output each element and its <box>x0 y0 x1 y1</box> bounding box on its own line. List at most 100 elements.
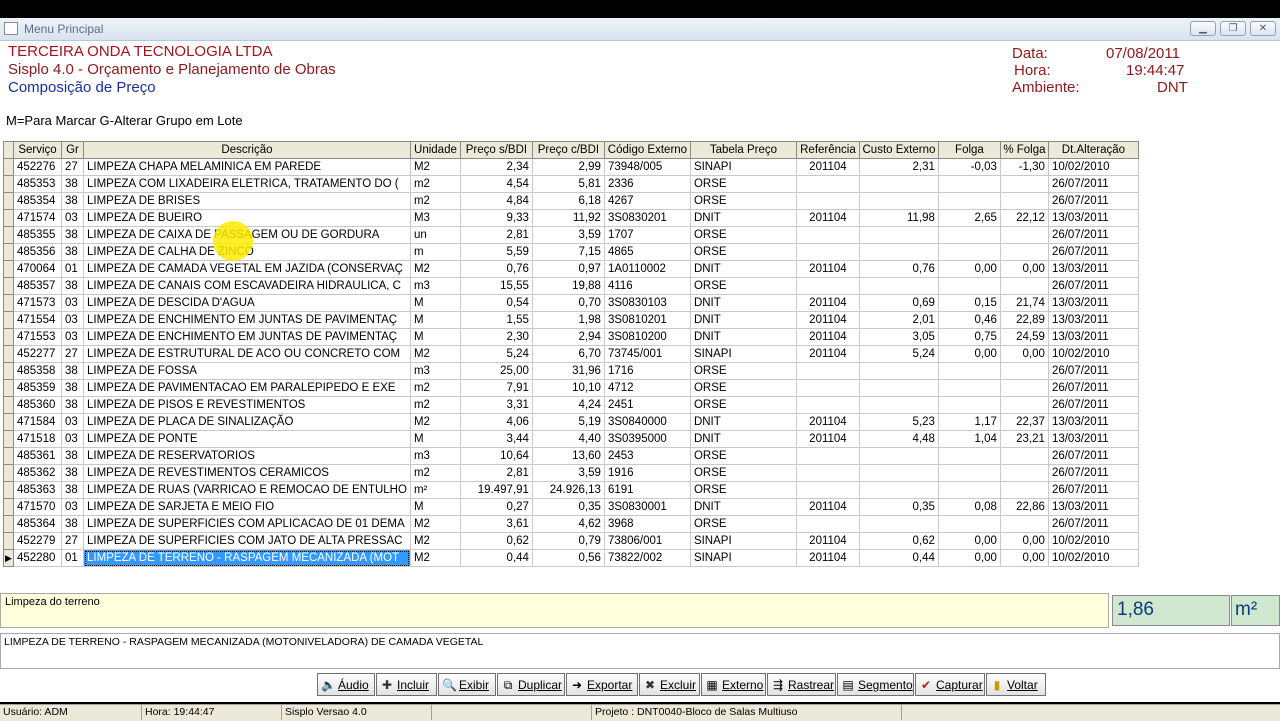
table-cell[interactable]: 13,60 <box>531 447 605 465</box>
table-cell[interactable]: m3 <box>409 277 461 295</box>
table-cell[interactable] <box>795 464 860 482</box>
table-row[interactable]: 485363 38 LIMPEZA DE RUAS (VARRICAO E REMO… <box>3 481 1139 499</box>
table-cell[interactable] <box>937 379 1001 397</box>
table-cell[interactable] <box>937 447 1001 465</box>
table-row[interactable]: 485356 38 LIMPEZA DE CALHA DE ZINCO m 5,59 7,… <box>3 243 1139 261</box>
row-indicator[interactable] <box>3 498 14 516</box>
table-cell[interactable]: 2,30 <box>459 328 533 346</box>
table-cell[interactable]: 01 <box>61 260 84 278</box>
table-cell[interactable]: 6,70 <box>531 345 605 363</box>
table-cell[interactable]: 1,55 <box>459 311 533 329</box>
column-header[interactable]: Preço s/BDI <box>459 141 533 159</box>
table-cell[interactable]: M <box>409 498 461 516</box>
table-cell[interactable] <box>858 226 939 244</box>
table-cell[interactable]: 485364 <box>13 515 62 533</box>
table-cell[interactable]: 13/03/2011 <box>1047 260 1139 278</box>
table-cell[interactable] <box>858 192 939 210</box>
table-cell[interactable]: 22,12 <box>999 209 1049 227</box>
table-cell[interactable]: 27 <box>61 532 84 550</box>
table-cell[interactable]: 485363 <box>13 481 62 499</box>
table-cell[interactable]: 38 <box>61 192 84 210</box>
table-cell[interactable]: 2451 <box>603 396 691 414</box>
table-cell[interactable]: 3,61 <box>459 515 533 533</box>
table-cell[interactable] <box>858 175 939 193</box>
table-cell[interactable]: 38 <box>61 226 84 244</box>
table-row[interactable]: 485354 38 LIMPEZA DE BRISES m2 4,84 6,18 4267 O… <box>3 192 1139 210</box>
table-row[interactable]: 485364 38 LIMPEZA DE SUPERFICIES COM APLIC… <box>3 515 1139 533</box>
table-cell[interactable] <box>858 362 939 380</box>
table-cell[interactable]: SINAPI <box>689 549 797 567</box>
table-cell[interactable]: 3,05 <box>858 328 939 346</box>
table-cell[interactable]: 0,00 <box>937 549 1001 567</box>
table-cell[interactable]: 22,37 <box>999 413 1049 431</box>
table-cell[interactable]: 1916 <box>603 464 691 482</box>
table-cell[interactable]: 11,98 <box>858 209 939 227</box>
table-cell[interactable]: 15,55 <box>459 277 533 295</box>
table-cell[interactable]: 471573 <box>13 294 62 312</box>
table-cell[interactable]: -1,30 <box>999 158 1049 176</box>
table-cell[interactable]: M2 <box>409 345 461 363</box>
table-cell[interactable]: 471584 <box>13 413 62 431</box>
exportar-button[interactable]: ➜ Exportar <box>566 673 638 696</box>
row-indicator[interactable] <box>3 209 14 227</box>
table-cell[interactable]: 2,01 <box>858 311 939 329</box>
table-cell[interactable]: ORSE <box>689 515 797 533</box>
table-cell[interactable]: 485362 <box>13 464 62 482</box>
table-cell[interactable]: 2,34 <box>459 158 533 176</box>
table-cell[interactable]: 0,76 <box>858 260 939 278</box>
table-cell[interactable]: ORSE <box>689 396 797 414</box>
table-cell[interactable]: LIMPEZA DE SUPERFICIES COM APLICACAO DE … <box>83 515 411 533</box>
table-cell[interactable]: 201104 <box>795 549 860 567</box>
table-cell[interactable] <box>795 192 860 210</box>
table-cell[interactable]: 03 <box>61 209 84 227</box>
services-grid[interactable]: Serviço Gr Descrição Unidade Preço s/BDI Preç… <box>0 140 1280 589</box>
table-cell[interactable]: M3 <box>409 209 461 227</box>
table-cell[interactable]: 6191 <box>603 481 691 499</box>
table-cell[interactable]: LIMPEZA CHAPA MELAMINICA EM PAREDE <box>83 158 411 176</box>
table-row[interactable]: 471554 03 LIMPEZA DE ENCHIMENTO EM JUNTAS … <box>3 311 1139 329</box>
table-cell[interactable] <box>795 226 860 244</box>
table-cell[interactable]: DNIT <box>689 328 797 346</box>
table-cell[interactable]: 471570 <box>13 498 62 516</box>
table-cell[interactable]: 452279 <box>13 532 62 550</box>
table-row[interactable]: 48535538LIMPEZA DE CAIXA DE PASSAGEM OU … <box>3 226 1139 244</box>
title-bar[interactable]: Menu Principal ▁ ❐ ✕ <box>0 18 1280 41</box>
table-cell[interactable]: 0,76 <box>459 260 533 278</box>
table-cell[interactable]: 485355 <box>13 226 62 244</box>
audio-button[interactable]: 🔈 Áudio <box>317 673 375 696</box>
table-cell[interactable]: 0,56 <box>531 549 605 567</box>
table-cell[interactable] <box>858 515 939 533</box>
table-cell[interactable]: 4,06 <box>459 413 533 431</box>
table-cell[interactable]: 38 <box>61 464 84 482</box>
table-cell[interactable]: SINAPI <box>689 158 797 176</box>
table-cell[interactable]: 21,74 <box>999 294 1049 312</box>
table-cell[interactable]: 201104 <box>795 413 860 431</box>
table-cell[interactable]: m2 <box>409 464 461 482</box>
table-cell[interactable]: 9,33 <box>459 209 533 227</box>
table-cell[interactable] <box>858 396 939 414</box>
row-indicator[interactable] <box>3 260 14 278</box>
table-cell[interactable]: 3S0810201 <box>603 311 691 329</box>
table-cell[interactable] <box>937 243 1001 261</box>
table-cell[interactable]: 10/02/2010 <box>1047 532 1139 550</box>
table-cell[interactable]: 13/03/2011 <box>1047 328 1139 346</box>
table-cell[interactable] <box>999 277 1049 295</box>
table-cell[interactable] <box>795 379 860 397</box>
table-cell[interactable]: 26/07/2011 <box>1047 396 1139 414</box>
table-cell[interactable]: LIMPEZA DE DESCIDA D'AGUA <box>83 294 411 312</box>
table-cell[interactable]: 0,54 <box>459 294 533 312</box>
table-cell[interactable]: SINAPI <box>689 345 797 363</box>
table-cell[interactable]: 13/03/2011 <box>1047 430 1139 448</box>
table-cell[interactable]: 3968 <box>603 515 691 533</box>
table-cell[interactable]: 0,00 <box>999 532 1049 550</box>
table-cell[interactable]: 485359 <box>13 379 62 397</box>
table-cell[interactable]: 26/07/2011 <box>1047 515 1139 533</box>
table-row[interactable]: 470064 01 LIMPEZA DE CAMADA VEGETAL EM JAZ… <box>3 260 1139 278</box>
table-cell[interactable]: 3S0840000 <box>603 413 691 431</box>
table-cell[interactable]: DNIT <box>689 260 797 278</box>
row-indicator[interactable] <box>3 481 14 499</box>
table-row[interactable]: 471518 03 LIMPEZA DE PONTE M 3,44 4,40 3S03950… <box>3 430 1139 448</box>
table-cell[interactable]: DNIT <box>689 294 797 312</box>
table-cell[interactable]: 3S0830103 <box>603 294 691 312</box>
table-cell[interactable]: 201104 <box>795 294 860 312</box>
